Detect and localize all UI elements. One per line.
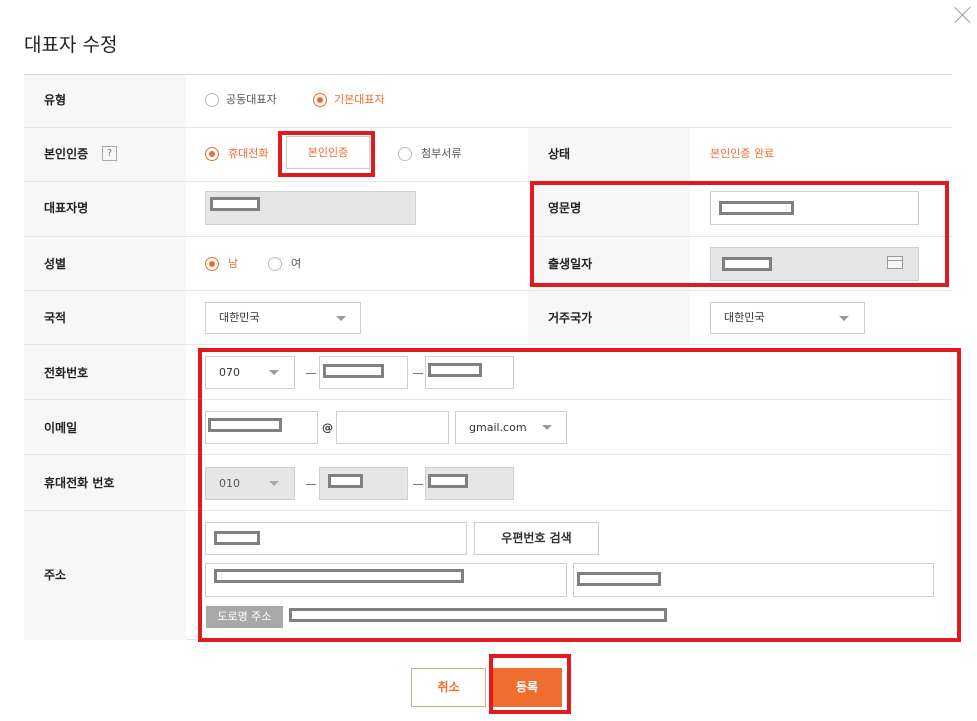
chevron-down-icon <box>336 316 346 321</box>
auth-option-phone: 휴대전화 <box>228 147 269 160</box>
dialog-title: 대표자 수정 <box>24 34 118 56</box>
auth-option-docs: 첨부서류 <box>421 147 462 160</box>
residence-select[interactable]: 대한민국 <box>710 302 865 334</box>
address-label: 주소 <box>44 568 67 582</box>
auth-radio-phone[interactable] <box>205 147 219 161</box>
gender-option-female: 여 <box>291 257 302 270</box>
help-icon[interactable]: ? <box>102 146 117 161</box>
type-option-joint: 공동대표자 <box>226 93 277 106</box>
gender-option-male: 남 <box>228 257 239 270</box>
nationality-label: 국적 <box>44 311 67 325</box>
phone-label: 전화번호 <box>44 366 89 380</box>
highlight-frame <box>198 348 961 642</box>
status-value: 본인인증 완료 <box>710 147 775 160</box>
highlight-frame <box>278 131 375 177</box>
row-divider <box>24 290 952 291</box>
residence-label: 거주국가 <box>548 311 593 325</box>
highlight-frame <box>489 654 571 714</box>
residence-value: 대한민국 <box>724 311 765 324</box>
row-divider <box>24 344 952 345</box>
email-label: 이메일 <box>44 421 78 435</box>
highlight-frame <box>530 181 949 287</box>
redacted-text <box>210 197 260 211</box>
type-option-default: 기본대표자 <box>334 93 385 106</box>
auth-label: 본인인증 <box>44 147 89 161</box>
close-icon[interactable] <box>952 4 974 26</box>
auth-radio-docs[interactable] <box>398 147 412 161</box>
type-radio-joint[interactable] <box>205 93 219 107</box>
mobile-label: 휴대전화 번호 <box>44 476 115 490</box>
chevron-down-icon <box>839 316 849 321</box>
nationality-value: 대한민국 <box>219 311 260 324</box>
rep-name-label: 대표자명 <box>44 201 89 215</box>
row-divider <box>24 127 952 128</box>
nationality-select[interactable]: 대한민국 <box>205 302 361 334</box>
gender-radio-female[interactable] <box>268 257 282 271</box>
type-radio-default[interactable] <box>313 93 327 107</box>
type-label: 유형 <box>44 93 67 107</box>
gender-label: 성별 <box>44 257 67 271</box>
status-label: 상태 <box>548 147 571 161</box>
gender-radio-male[interactable] <box>205 257 219 271</box>
cancel-button[interactable]: 취소 <box>411 668 486 707</box>
